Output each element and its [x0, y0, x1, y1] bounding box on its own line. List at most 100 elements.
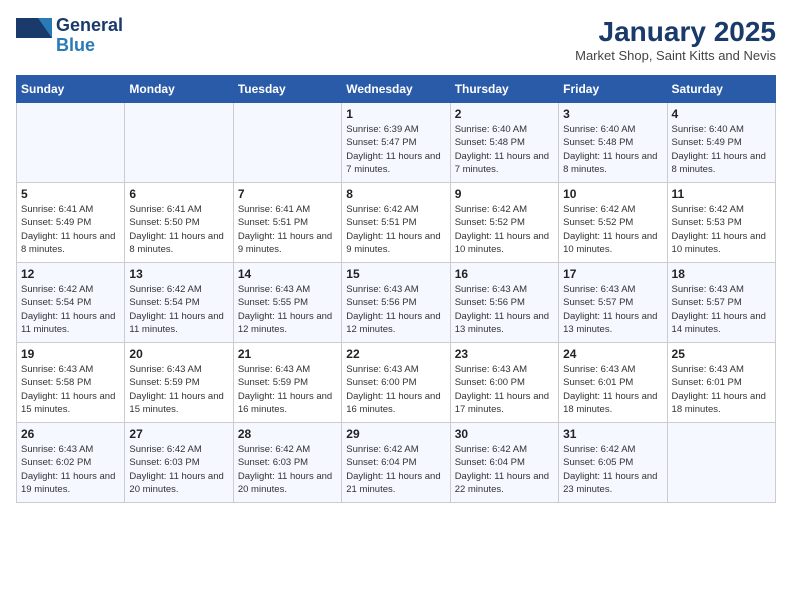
day-number: 6 — [129, 187, 228, 201]
day-number: 17 — [563, 267, 662, 281]
calendar-cell: 13 Sunrise: 6:42 AMSunset: 5:54 PMDayligh… — [125, 263, 233, 343]
day-info: Sunrise: 6:42 AMSunset: 5:51 PMDaylight:… — [346, 203, 445, 256]
weekday-header-thursday: Thursday — [450, 76, 558, 103]
calendar-cell: 7Sunrise: 6:41 AMSunset: 5:51 PMDaylight… — [233, 183, 341, 263]
calendar-cell: 9Sunrise: 6:42 AMSunset: 5:52 PMDaylight… — [450, 183, 558, 263]
day-info: Sunrise: 6:41 AMSunset: 5:49 PMDaylight:… — [21, 203, 120, 256]
day-info: Sunrise: 6:43 AMSunset: 6:00 PMDaylight:… — [455, 363, 554, 416]
calendar-cell: 23 Sunrise: 6:43 AMSunset: 6:00 PMDayligh… — [450, 343, 558, 423]
day-number: 19 — [21, 347, 120, 361]
day-number: 20 — [129, 347, 228, 361]
title-section: January 2025 Market Shop, Saint Kitts an… — [575, 16, 776, 63]
calendar-subtitle: Market Shop, Saint Kitts and Nevis — [575, 48, 776, 63]
day-info: Sunrise: 6:43 AMSunset: 5:59 PMDaylight:… — [238, 363, 337, 416]
day-number: 12 — [21, 267, 120, 281]
logo-blue-text: Blue — [56, 36, 123, 56]
day-info: Sunrise: 6:43 AMSunset: 5:55 PMDaylight:… — [238, 283, 337, 336]
calendar-cell: 11 Sunrise: 6:42 AMSunset: 5:53 PMDayligh… — [667, 183, 775, 263]
day-info: Sunrise: 6:42 AMSunset: 6:03 PMDaylight:… — [238, 443, 337, 496]
day-info: Sunrise: 6:41 AMSunset: 5:50 PMDaylight:… — [129, 203, 228, 256]
day-info: Sunrise: 6:40 AMSunset: 5:49 PMDaylight:… — [672, 123, 771, 176]
logo-general-text: General — [56, 16, 123, 36]
day-info: Sunrise: 6:42 AMSunset: 6:03 PMDaylight:… — [129, 443, 228, 496]
day-number: 10 — [563, 187, 662, 201]
calendar-cell — [125, 103, 233, 183]
calendar-cell: 2 Sunrise: 6:40 AMSunset: 5:48 PMDaylight… — [450, 103, 558, 183]
day-number: 24 — [563, 347, 662, 361]
calendar-cell: 12 Sunrise: 6:42 AMSunset: 5:54 PMDayligh… — [17, 263, 125, 343]
day-info: Sunrise: 6:42 AMSunset: 6:04 PMDaylight:… — [346, 443, 445, 496]
day-number: 5 — [21, 187, 120, 201]
day-number: 4 — [672, 107, 771, 121]
day-info: Sunrise: 6:42 AMSunset: 5:52 PMDaylight:… — [563, 203, 662, 256]
calendar-cell: 31 Sunrise: 6:42 AMSunset: 6:05 PMDayligh… — [559, 423, 667, 503]
calendar-cell: 1Sunrise: 6:39 AMSunset: 5:47 PMDaylight… — [342, 103, 450, 183]
week-row-4: 19 Sunrise: 6:43 AMSunset: 5:58 PMDayligh… — [17, 343, 776, 423]
week-row-1: 1Sunrise: 6:39 AMSunset: 5:47 PMDaylight… — [17, 103, 776, 183]
day-info: Sunrise: 6:43 AMSunset: 5:58 PMDaylight:… — [21, 363, 120, 416]
calendar-cell — [667, 423, 775, 503]
calendar-table: SundayMondayTuesdayWednesdayThursdayFrid… — [16, 75, 776, 503]
calendar-cell: 4 Sunrise: 6:40 AMSunset: 5:49 PMDaylight… — [667, 103, 775, 183]
day-number: 27 — [129, 427, 228, 441]
page-header: General Blue January 2025 Market Shop, S… — [16, 16, 776, 63]
day-number: 2 — [455, 107, 554, 121]
calendar-cell: 10 Sunrise: 6:42 AMSunset: 5:52 PMDayligh… — [559, 183, 667, 263]
day-number: 11 — [672, 187, 771, 201]
weekday-header-sunday: Sunday — [17, 76, 125, 103]
day-info: Sunrise: 6:40 AMSunset: 5:48 PMDaylight:… — [563, 123, 662, 176]
weekday-header-wednesday: Wednesday — [342, 76, 450, 103]
calendar-header: SundayMondayTuesdayWednesdayThursdayFrid… — [17, 76, 776, 103]
calendar-cell: 14 Sunrise: 6:43 AMSunset: 5:55 PMDayligh… — [233, 263, 341, 343]
calendar-cell: 19 Sunrise: 6:43 AMSunset: 5:58 PMDayligh… — [17, 343, 125, 423]
calendar-cell: 27 Sunrise: 6:42 AMSunset: 6:03 PMDayligh… — [125, 423, 233, 503]
day-number: 22 — [346, 347, 445, 361]
day-info: Sunrise: 6:43 AMSunset: 6:00 PMDaylight:… — [346, 363, 445, 416]
calendar-cell: 17 Sunrise: 6:43 AMSunset: 5:57 PMDayligh… — [559, 263, 667, 343]
day-number: 31 — [563, 427, 662, 441]
day-info: Sunrise: 6:43 AMSunset: 5:56 PMDaylight:… — [346, 283, 445, 336]
calendar-cell: 24 Sunrise: 6:43 AMSunset: 6:01 PMDayligh… — [559, 343, 667, 423]
calendar-body: 1Sunrise: 6:39 AMSunset: 5:47 PMDaylight… — [17, 103, 776, 503]
day-number: 30 — [455, 427, 554, 441]
weekday-header-monday: Monday — [125, 76, 233, 103]
calendar-cell: 16Sunrise: 6:43 AMSunset: 5:56 PMDayligh… — [450, 263, 558, 343]
day-number: 15 — [346, 267, 445, 281]
calendar-title: January 2025 — [575, 16, 776, 48]
day-info: Sunrise: 6:42 AMSunset: 6:05 PMDaylight:… — [563, 443, 662, 496]
calendar-cell: 30Sunrise: 6:42 AMSunset: 6:04 PMDayligh… — [450, 423, 558, 503]
day-info: Sunrise: 6:43 AMSunset: 6:01 PMDaylight:… — [672, 363, 771, 416]
day-number: 18 — [672, 267, 771, 281]
day-number: 26 — [21, 427, 120, 441]
day-number: 21 — [238, 347, 337, 361]
day-info: Sunrise: 6:42 AMSunset: 5:52 PMDaylight:… — [455, 203, 554, 256]
day-number: 13 — [129, 267, 228, 281]
day-info: Sunrise: 6:43 AMSunset: 5:57 PMDaylight:… — [672, 283, 771, 336]
day-number: 25 — [672, 347, 771, 361]
day-number: 8 — [346, 187, 445, 201]
day-info: Sunrise: 6:43 AMSunset: 5:56 PMDaylight:… — [455, 283, 554, 336]
calendar-cell: 25 Sunrise: 6:43 AMSunset: 6:01 PMDayligh… — [667, 343, 775, 423]
day-info: Sunrise: 6:42 AMSunset: 5:53 PMDaylight:… — [672, 203, 771, 256]
logo: General Blue — [16, 16, 123, 56]
day-number: 14 — [238, 267, 337, 281]
day-info: Sunrise: 6:40 AMSunset: 5:48 PMDaylight:… — [455, 123, 554, 176]
day-number: 7 — [238, 187, 337, 201]
calendar-cell: 5 Sunrise: 6:41 AMSunset: 5:49 PMDaylight… — [17, 183, 125, 263]
day-info: Sunrise: 6:43 AMSunset: 6:01 PMDaylight:… — [563, 363, 662, 416]
calendar-cell — [17, 103, 125, 183]
day-info: Sunrise: 6:42 AMSunset: 5:54 PMDaylight:… — [129, 283, 228, 336]
day-number: 28 — [238, 427, 337, 441]
calendar-cell: 21 Sunrise: 6:43 AMSunset: 5:59 PMDayligh… — [233, 343, 341, 423]
weekday-header-tuesday: Tuesday — [233, 76, 341, 103]
logo-icon — [16, 18, 52, 54]
day-info: Sunrise: 6:43 AMSunset: 5:57 PMDaylight:… — [563, 283, 662, 336]
calendar-cell: 20 Sunrise: 6:43 AMSunset: 5:59 PMDayligh… — [125, 343, 233, 423]
day-info: Sunrise: 6:39 AMSunset: 5:47 PMDaylight:… — [346, 123, 445, 176]
day-info: Sunrise: 6:43 AMSunset: 5:59 PMDaylight:… — [129, 363, 228, 416]
day-number: 29 — [346, 427, 445, 441]
calendar-cell: 29 Sunrise: 6:42 AMSunset: 6:04 PMDayligh… — [342, 423, 450, 503]
day-number: 23 — [455, 347, 554, 361]
day-info: Sunrise: 6:42 AMSunset: 5:54 PMDaylight:… — [21, 283, 120, 336]
calendar-cell: 22 Sunrise: 6:43 AMSunset: 6:00 PMDayligh… — [342, 343, 450, 423]
